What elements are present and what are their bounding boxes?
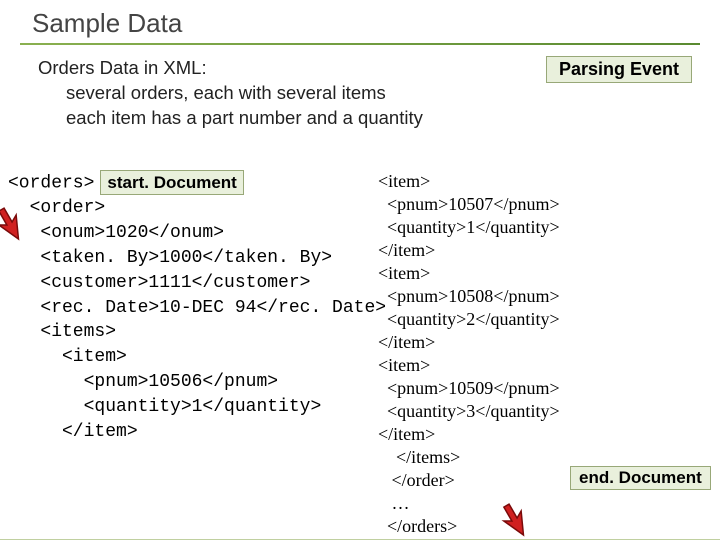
description-block: Orders Data in XML: several orders, each… [38, 56, 423, 131]
start-document-badge: start. Document [100, 170, 243, 195]
xml-code-left-column: <orders>start. Document <order> <onum>10… [8, 170, 386, 445]
xml-code-right-column: <item> <pnum>10507</pnum> <quantity>1</q… [378, 170, 560, 539]
title-underline [20, 43, 700, 45]
desc-line3: each item has a part number and a quanti… [66, 106, 423, 131]
desc-line2: several orders, each with several items [66, 81, 423, 106]
parsing-event-badge: Parsing Event [546, 56, 692, 83]
slide: Sample Data Orders Data in XML: several … [0, 0, 720, 540]
orders-open-tag: <orders> [8, 173, 94, 193]
slide-title: Sample Data [32, 8, 182, 39]
desc-line1: Orders Data in XML: [38, 56, 423, 81]
end-document-badge: end. Document [570, 466, 711, 490]
